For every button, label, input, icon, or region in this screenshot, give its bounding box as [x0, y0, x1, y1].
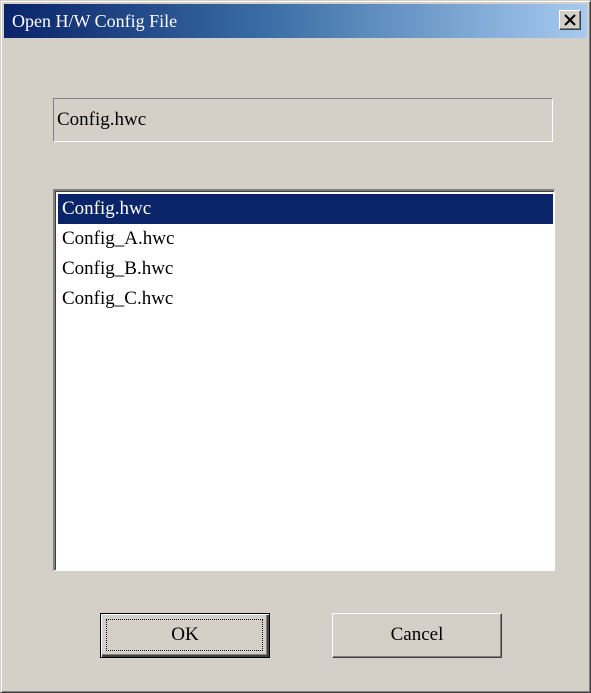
list-item[interactable]: Config_C.hwc [58, 284, 553, 314]
window-title: Open H/W Config File [12, 11, 178, 31]
close-x-icon [564, 14, 576, 26]
ok-button[interactable]: OK [100, 613, 270, 658]
close-button[interactable] [559, 10, 581, 30]
open-config-dialog: Open H/W Config File Config.hwc Config.h… [0, 0, 591, 693]
title-bar[interactable]: Open H/W Config File [4, 4, 587, 38]
cancel-button-label: Cancel [390, 624, 444, 645]
list-item[interactable]: Config_B.hwc [58, 254, 553, 284]
focus-rectangle [106, 619, 263, 651]
cancel-button[interactable]: Cancel [332, 613, 502, 658]
list-item[interactable]: Config_A.hwc [58, 224, 553, 254]
file-list[interactable]: Config.hwc Config_A.hwc Config_B.hwc Con… [53, 189, 555, 571]
list-item[interactable]: Config.hwc [58, 194, 553, 224]
filename-field[interactable]: Config.hwc [53, 98, 553, 142]
